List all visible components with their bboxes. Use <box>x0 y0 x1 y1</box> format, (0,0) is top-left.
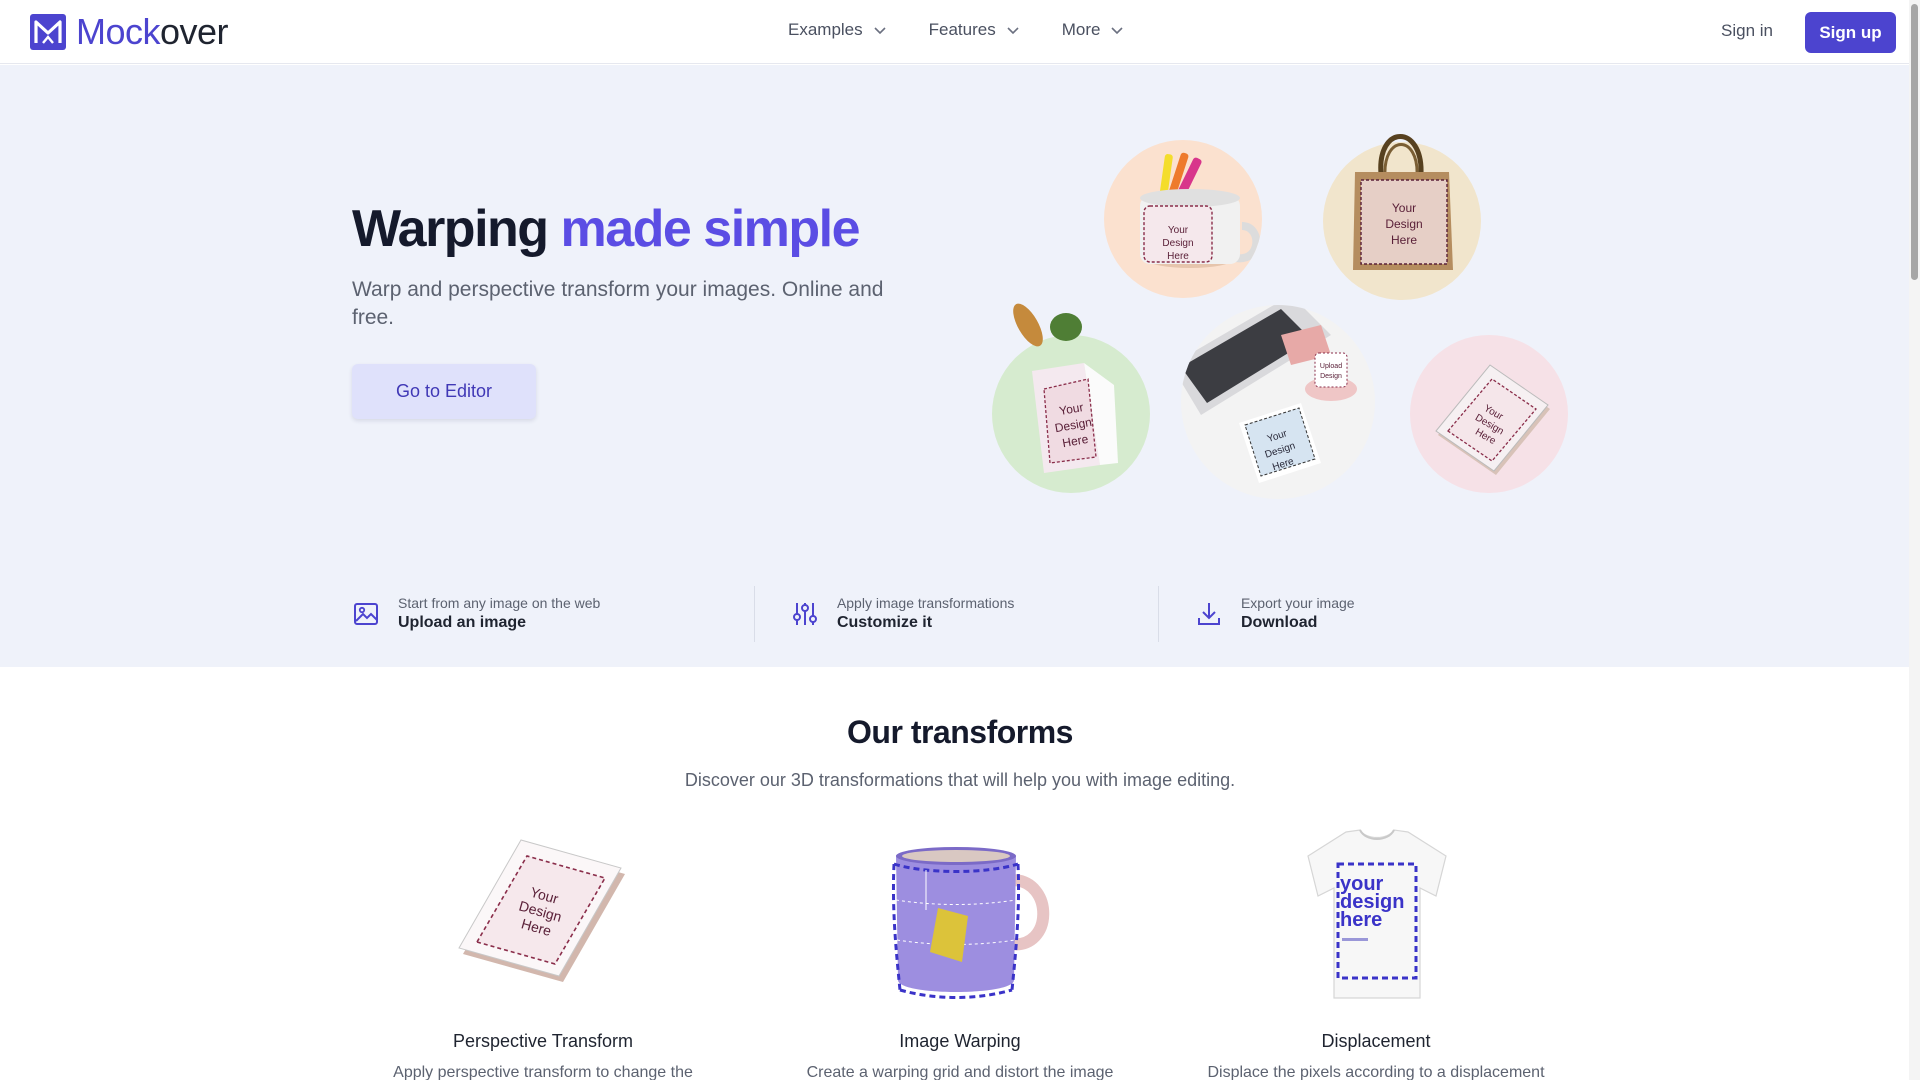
transforms-title: Our transforms <box>847 714 1073 750</box>
tote-illustration: Your Design Here <box>1353 134 1453 270</box>
notepad-mockup-image: Your Design Here <box>1410 335 1568 493</box>
page-scrollbar[interactable] <box>1909 0 1920 1080</box>
step-download: Export your image Download <box>1157 586 1562 642</box>
mockover-logo-icon <box>30 14 66 50</box>
chevron-down-icon <box>1007 27 1019 35</box>
step-upload: Start from any image on the web Upload a… <box>352 586 754 642</box>
step-download-title: Download <box>1240 614 1318 631</box>
chevron-down-icon <box>874 27 886 35</box>
step-upload-title: Upload an image <box>398 614 527 631</box>
top-navbar: Mockover Examples Features More Sign in … <box>0 0 1909 64</box>
desk-illustration: Upload Design Your Design Here <box>1181 305 1357 483</box>
logo-text: Mockover <box>76 11 229 52</box>
svg-text:Upload: Upload <box>1320 363 1342 370</box>
tshirt-displacement-image: your design here <box>1307 829 1447 999</box>
step-upload-caption: Start from any image on the web <box>398 595 601 611</box>
step-customize-caption: Apply image transformations <box>836 595 1015 611</box>
svg-text:Your: Your <box>1168 225 1189 236</box>
nav-more[interactable]: More <box>1062 20 1125 40</box>
download-icon <box>1197 603 1220 625</box>
go-to-editor-button[interactable]: Go to Editor <box>352 364 536 419</box>
card-description: Create a warping grid and distort the im… <box>806 1064 1114 1080</box>
nav-examples-label: Examples <box>788 20 863 39</box>
grocery-bag-mockup-image: Your Design Here <box>992 303 1150 493</box>
svg-text:Here: Here <box>1391 233 1417 247</box>
svg-text:here: here <box>1340 909 1382 931</box>
desk-mockup-image: Upload Design Your Design Here <box>1181 305 1375 499</box>
hero-subtitle: Warp and perspective transform your imag… <box>352 278 884 329</box>
card-title: Perspective Transform <box>452 1031 634 1051</box>
step-customize: Apply image transformations Customize it <box>753 586 1158 642</box>
transforms-subtitle: Discover our 3D transformations that wil… <box>684 770 1236 790</box>
nav-examples[interactable]: Examples <box>788 20 887 40</box>
mug-illustration: Your Design Here <box>1140 152 1261 268</box>
hero-title: Warping made simple <box>352 200 861 258</box>
nav-features-label: Features <box>928 20 996 39</box>
tote-mockup-image: Your Design Here <box>1323 134 1481 300</box>
chevron-down-icon <box>1111 27 1124 35</box>
scrollbar-thumb[interactable] <box>1911 4 1918 280</box>
step-customize-title: Customize it <box>836 614 933 631</box>
mug-mockup-image: Your Design Here <box>1104 140 1262 298</box>
how-it-works-steps: Start from any image on the web Upload a… <box>352 586 1562 642</box>
nav-features[interactable]: Features <box>929 20 1020 40</box>
svg-text:Design: Design <box>1385 217 1422 231</box>
card-description: Apply perspective transform to change th… <box>393 1064 693 1080</box>
sign-up-button[interactable]: Sign up <box>1805 12 1896 53</box>
notepad-perspective-image: Your Design Here <box>458 839 625 982</box>
svg-text:Your: Your <box>1392 201 1416 215</box>
logo[interactable]: Mockover <box>29 11 229 52</box>
warped-mug-image <box>891 847 1050 999</box>
notepad-illustration: Your Design Here <box>1435 364 1550 475</box>
main-nav: Examples Features More <box>788 20 1166 40</box>
card-title: Displacement <box>1321 1031 1431 1051</box>
hero-section: Warping made simple Warp and perspective… <box>0 65 1909 667</box>
sliders-icon <box>792 603 817 625</box>
nav-more-label: More <box>1061 20 1101 39</box>
bag-illustration: Your Design Here <box>1013 303 1118 473</box>
sign-in-link[interactable]: Sign in <box>1721 21 1773 41</box>
image-icon <box>354 603 378 625</box>
svg-text:Design: Design <box>1162 238 1193 249</box>
card-description: Displace the pixels according to a displ… <box>1207 1064 1545 1080</box>
card-title: Image Warping <box>899 1031 1021 1051</box>
step-download-caption: Export your image <box>1240 595 1355 611</box>
svg-text:Design: Design <box>1320 373 1342 380</box>
svg-text:Here: Here <box>1167 251 1189 262</box>
